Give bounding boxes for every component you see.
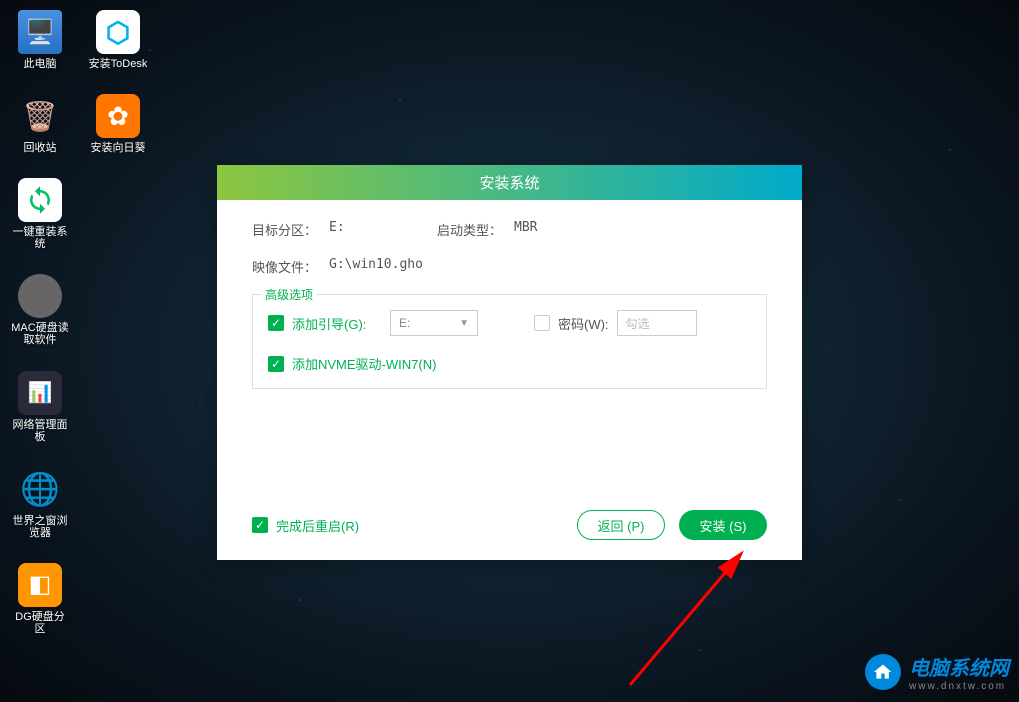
boot-type-value: MBR (514, 220, 537, 239)
desktop-icon-reinstall[interactable]: 一键重装系统 (10, 178, 70, 250)
desktop-icon-dg[interactable]: DG硬盘分区 (10, 563, 70, 635)
mac-icon (18, 274, 62, 318)
annotation-arrow (620, 545, 780, 695)
desktop-icon-network[interactable]: 网络管理面板 (10, 371, 70, 443)
watermark: 电脑系统网 www.dnxtw.com (865, 652, 1009, 692)
browser-icon (18, 467, 62, 511)
this-pc-icon (18, 10, 62, 54)
icon-label: 回收站 (24, 142, 57, 154)
nvme-checkbox[interactable] (268, 356, 284, 372)
back-button[interactable]: 返回 (P) (577, 510, 665, 540)
desktop-icon-recycle[interactable]: 回收站 (10, 94, 70, 154)
dialog-title: 安装系统 (217, 165, 802, 200)
desktop-icon-browser[interactable]: 世界之窗浏览器 (10, 467, 70, 539)
target-partition-value: E: (329, 220, 345, 239)
watermark-logo-icon (865, 654, 901, 690)
network-icon (18, 371, 62, 415)
restart-label: 完成后重启(R) (276, 516, 359, 535)
desktop-icon-sunflower[interactable]: 安装向日葵 (88, 94, 148, 154)
password-label: 密码(W): (558, 314, 609, 333)
todesk-icon (96, 10, 140, 54)
icon-label: 此电脑 (24, 58, 57, 70)
desktop-icon-mac[interactable]: MAC硬盘读取软件 (10, 274, 70, 346)
reinstall-icon (18, 178, 62, 222)
add-boot-checkbox[interactable] (268, 315, 284, 331)
image-file-label: 映像文件： (252, 257, 317, 276)
icon-label: 安装向日葵 (91, 142, 146, 154)
target-partition-label: 目标分区： (252, 220, 317, 239)
install-system-dialog: 安装系统 目标分区： E: 启动类型： MBR 映像文件： G:\win10.g… (217, 165, 802, 560)
add-boot-label: 添加引导(G): (292, 314, 382, 333)
icon-label: 网络管理面板 (10, 419, 70, 443)
nvme-label: 添加NVME驱动-WIN7(N) (292, 354, 436, 373)
icon-label: DG硬盘分区 (10, 611, 70, 635)
advanced-legend: 高级选项 (261, 286, 317, 303)
dg-icon (18, 563, 62, 607)
icon-label: 安装ToDesk (89, 58, 148, 70)
restart-checkbox[interactable] (252, 517, 268, 533)
icon-label: MAC硬盘读取软件 (10, 322, 70, 346)
image-file-value: G:\win10.gho (329, 257, 423, 276)
install-button[interactable]: 安装 (S) (679, 510, 767, 540)
sunflower-icon (96, 94, 140, 138)
password-input[interactable]: 勾选 (617, 310, 697, 336)
desktop-icon-this-pc[interactable]: 此电脑 (10, 10, 70, 70)
add-boot-dropdown[interactable]: E: ▼ (390, 310, 478, 336)
desktop-icon-todesk[interactable]: 安装ToDesk (88, 10, 148, 70)
watermark-title: 电脑系统网 (909, 652, 1009, 681)
chevron-down-icon: ▼ (459, 318, 469, 329)
recycle-icon (18, 94, 62, 138)
dropdown-value: E: (399, 316, 410, 330)
icon-label: 一键重装系统 (10, 226, 70, 250)
boot-type-label: 启动类型： (437, 220, 502, 239)
password-checkbox[interactable] (534, 315, 550, 331)
watermark-url: www.dnxtw.com (909, 681, 1009, 692)
icon-label: 世界之窗浏览器 (10, 515, 70, 539)
advanced-options-fieldset: 高级选项 添加引导(G): E: ▼ 密码(W): 勾选 添加NVME驱动-WI… (252, 294, 767, 389)
